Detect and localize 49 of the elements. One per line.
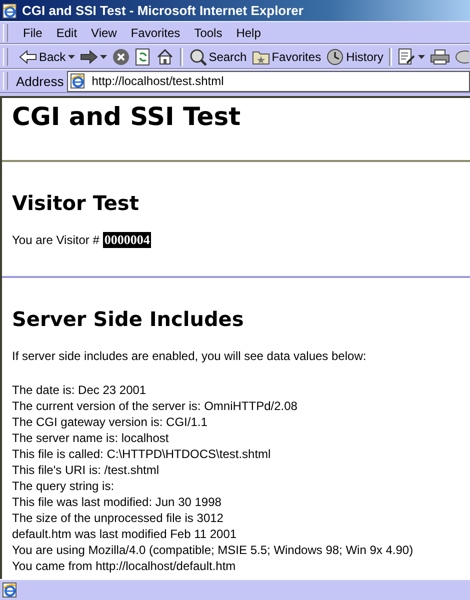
info-line: This file is called: C:\HTTPD\HTDOCS\test.shtml	[12, 446, 272, 462]
print-button[interactable]	[428, 48, 452, 64]
visitor-label: You are Visitor #	[12, 233, 100, 247]
section-heading: Visitor Test	[12, 190, 140, 216]
forward-button[interactable]	[78, 50, 109, 64]
menu-item[interactable]: Tools	[187, 26, 230, 40]
edit-button[interactable]	[396, 48, 428, 66]
page-icon	[70, 73, 86, 89]
home-icon	[156, 48, 174, 66]
info-line: This file was last modified: Jun 30 1998	[12, 494, 222, 510]
search-icon	[188, 48, 207, 66]
folder-star-icon	[252, 48, 270, 64]
info-line: default.htm was last modified Feb 11 2001	[12, 526, 238, 542]
status-icon	[2, 582, 18, 598]
menu-item[interactable]: File	[16, 26, 50, 40]
address-label: Address	[16, 74, 64, 88]
menu-item[interactable]: Favorites	[124, 26, 188, 40]
info-line: The server name is: localhost	[12, 430, 170, 446]
menu-item[interactable]: Help	[229, 26, 268, 40]
back-button[interactable]: Back	[17, 50, 77, 64]
menu-item[interactable]: Edit	[49, 26, 84, 40]
info-line: This file's URI is: /test.shtml	[12, 462, 160, 478]
document-pencil-icon	[398, 48, 416, 66]
window-title: CGI and SSI Test - Microsoft Internet Explorer	[22, 3, 304, 18]
left-arrow-icon	[19, 50, 37, 64]
printer-icon	[430, 48, 450, 64]
clock-icon	[326, 48, 344, 66]
info-line: The size of the unprocessed file is 3012	[12, 510, 224, 526]
right-arrow-icon	[80, 50, 98, 64]
info-line: The current version of the server is: OmniHTTPd/2.08	[12, 398, 298, 414]
address-field[interactable]: http://localhost/test.shtml	[66, 70, 470, 92]
search-button[interactable]: Search	[186, 48, 249, 66]
speech-bubble-icon	[455, 48, 470, 64]
menu-item[interactable]: View	[84, 26, 124, 40]
history-button[interactable]: History	[324, 48, 386, 66]
info-line: The query string is:	[12, 478, 116, 494]
refresh-icon	[134, 48, 151, 66]
info-line: You are using Mozilla/4.0 (compatible; MSIE 5.5; Windows 98; Win 9x 4.90)	[12, 542, 414, 558]
info-line: The date is: Dec 23 2001	[12, 382, 148, 398]
info-line: The CGI gateway version is: CGI/1.1	[12, 414, 208, 430]
stop-icon	[112, 48, 130, 66]
info-line: You came from http://localhost/default.htm	[12, 558, 237, 574]
browser-icon	[2, 2, 18, 18]
page-heading: CGI and SSI Test	[12, 102, 242, 132]
section-heading: Server Side Includes	[12, 306, 245, 332]
discuss-button[interactable]	[453, 48, 470, 64]
visitor-counter: 0000004	[103, 232, 151, 248]
favorites-button[interactable]: Favorites	[250, 48, 324, 64]
paragraph: If server side includes are enabled, you will see data values below:	[12, 348, 368, 364]
